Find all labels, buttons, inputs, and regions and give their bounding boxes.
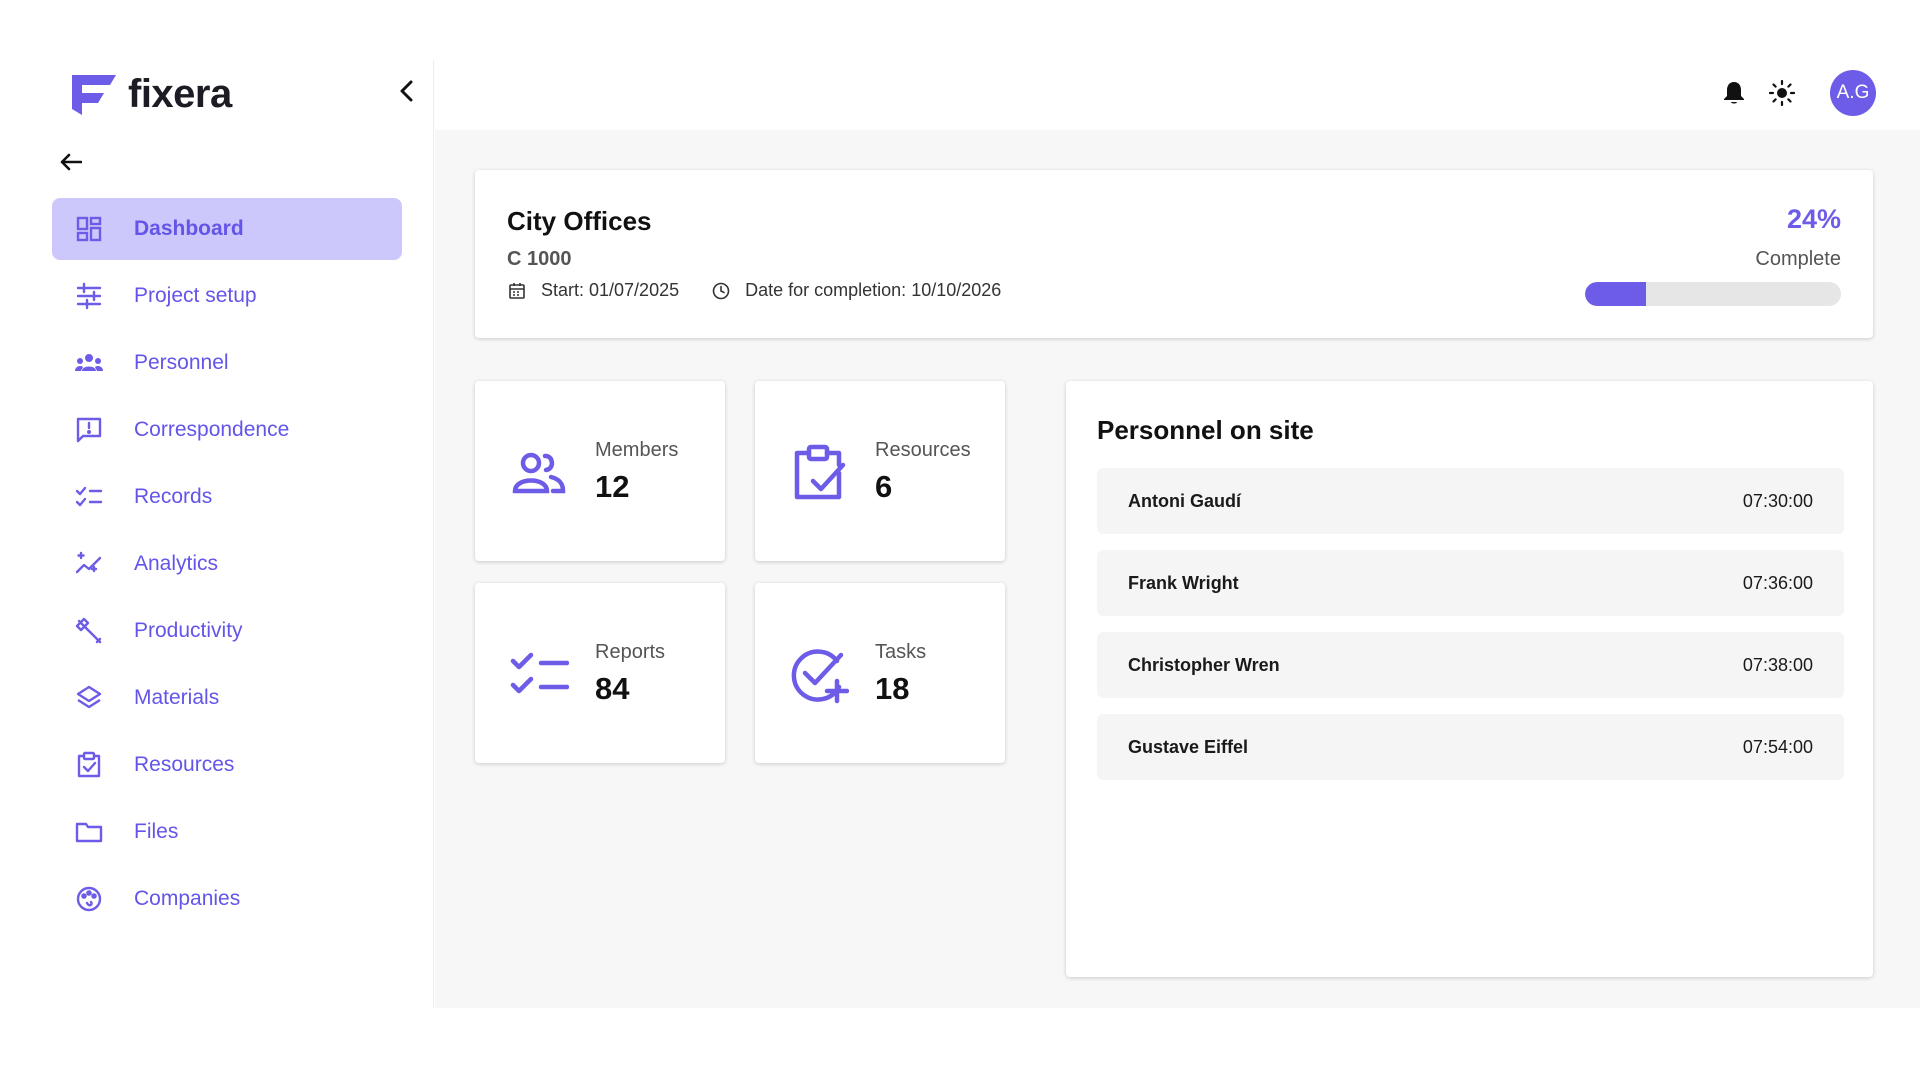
- brand-name: fixera: [128, 72, 232, 116]
- personnel-row[interactable]: Gustave Eiffel 07:54:00: [1097, 714, 1844, 780]
- stat-value: 84: [595, 671, 630, 706]
- stat-card-reports[interactable]: Reports 84: [475, 583, 725, 763]
- brand-logo[interactable]: fixera: [70, 72, 232, 117]
- clock-icon: [711, 281, 731, 301]
- sidebar-item-records[interactable]: Records: [52, 466, 402, 528]
- stat-label: Tasks: [875, 641, 927, 663]
- personnel-time: 07:30:00: [1742, 490, 1813, 511]
- clipboard-check-icon: [789, 443, 849, 503]
- chevron-left-icon: [400, 80, 413, 102]
- personnel-time: 07:36:00: [1742, 572, 1813, 593]
- stat-value: 12: [595, 469, 630, 504]
- project-summary-card: City Offices C 1000 Start: 01/07/2025 Da…: [475, 170, 1873, 338]
- personnel-row[interactable]: Antoni Gaudí 07:30:00: [1097, 468, 1844, 534]
- personnel-name: Gustave Eiffel: [1128, 736, 1249, 757]
- stat-card-tasks[interactable]: Tasks 18: [755, 583, 1005, 763]
- progress-percent: 24%: [1786, 204, 1841, 234]
- sidebar-item-correspondence[interactable]: Correspondence: [52, 399, 402, 461]
- sidebar-item-materials[interactable]: Materials: [52, 667, 402, 729]
- checklist-icon: [74, 482, 104, 512]
- sidebar-item-label: Files: [134, 820, 179, 843]
- stat-label: Members: [595, 439, 679, 461]
- sidebar-nav: Dashboard Project setup Personnel Corres…: [52, 198, 402, 935]
- sidebar-item-label: Materials: [134, 686, 220, 709]
- collapse-sidebar-button[interactable]: [392, 77, 420, 105]
- back-button[interactable]: [56, 150, 86, 174]
- calendar-icon: [507, 281, 527, 301]
- sidebar-item-label: Project setup: [134, 284, 257, 307]
- personnel-name: Christopher Wren: [1128, 654, 1280, 675]
- sidebar-item-resources[interactable]: Resources: [52, 734, 402, 796]
- progress-label: Complete: [1755, 248, 1841, 270]
- stat-card-resources[interactable]: Resources 6: [755, 381, 1005, 561]
- people-icon: [509, 443, 569, 503]
- theme-toggle[interactable]: [1768, 79, 1796, 107]
- chat-icon: [74, 415, 104, 445]
- personnel-row[interactable]: Frank Wright 07:36:00: [1097, 550, 1844, 616]
- sun-icon: [1769, 80, 1795, 106]
- sidebar-item-label: Companies: [134, 887, 241, 910]
- progress-bar: [1585, 282, 1841, 306]
- project-start-date: Start: 01/07/2025: [541, 280, 680, 300]
- sidebar-item-files[interactable]: Files: [52, 801, 402, 863]
- analytics-icon: [74, 549, 104, 579]
- project-code: C 1000: [507, 248, 572, 270]
- stat-card-members[interactable]: Members 12: [475, 381, 725, 561]
- personnel-on-site-card: Personnel on site Antoni Gaudí 07:30:00 …: [1066, 381, 1873, 977]
- checklist-icon: [509, 645, 569, 705]
- dashboard-icon: [74, 214, 104, 244]
- header-actions: A.G: [1720, 70, 1876, 116]
- notifications-button[interactable]: [1720, 79, 1748, 107]
- sidebar-item-label: Resources: [134, 753, 235, 776]
- stat-label: Reports: [595, 641, 666, 663]
- sliders-icon: [74, 281, 104, 311]
- app-window: fixera Dashboard Project setup Personnel…: [0, 0, 1920, 1080]
- sidebar-item-project-setup[interactable]: Project setup: [52, 265, 402, 327]
- folder-icon: [74, 817, 104, 847]
- stat-value: 18: [875, 671, 910, 706]
- stat-label: Resources: [875, 439, 971, 461]
- personnel-row[interactable]: Christopher Wren 07:38:00: [1097, 632, 1844, 698]
- sidebar-item-label: Productivity: [134, 619, 243, 642]
- tools-icon: [74, 616, 104, 646]
- sidebar-item-personnel[interactable]: Personnel: [52, 332, 402, 394]
- sidebar-item-analytics[interactable]: Analytics: [52, 533, 402, 595]
- project-title: City Offices: [507, 206, 652, 236]
- check-circle-add-icon: [789, 645, 849, 705]
- sidebar: fixera Dashboard Project setup Personnel…: [0, 60, 434, 1008]
- fixera-logo-icon: [70, 73, 118, 117]
- sidebar-item-productivity[interactable]: Productivity: [52, 600, 402, 662]
- sidebar-item-dashboard[interactable]: Dashboard: [52, 198, 402, 260]
- sidebar-item-label: Analytics: [134, 552, 219, 575]
- personnel-name: Antoni Gaudí: [1128, 490, 1241, 511]
- stat-value: 6: [875, 469, 893, 504]
- palette-icon: [74, 884, 104, 914]
- sidebar-item-label: Personnel: [134, 351, 229, 374]
- project-completion-date: Date for completion: 10/10/2026: [745, 280, 1002, 300]
- main-content: City Offices C 1000 Start: 01/07/2025 Da…: [435, 130, 1920, 1008]
- personnel-title: Personnel on site: [1097, 415, 1314, 445]
- bell-icon: [1724, 82, 1744, 104]
- group-icon: [74, 348, 104, 378]
- user-avatar[interactable]: A.G: [1830, 70, 1876, 116]
- layers-icon: [74, 683, 104, 713]
- sidebar-item-label: Correspondence: [134, 418, 290, 441]
- personnel-time: 07:38:00: [1742, 654, 1813, 675]
- clipboard-check-icon: [74, 750, 104, 780]
- sidebar-item-label: Dashboard: [134, 217, 244, 240]
- project-dates: Start: 01/07/2025 Date for completion: 1…: [507, 280, 1001, 301]
- progress-bar-fill: [1585, 282, 1647, 306]
- personnel-name: Frank Wright: [1128, 572, 1239, 593]
- sidebar-item-companies[interactable]: Companies: [52, 868, 402, 930]
- arrow-left-icon: [60, 153, 82, 171]
- sidebar-item-label: Records: [134, 485, 213, 508]
- personnel-time: 07:54:00: [1742, 736, 1813, 757]
- personnel-list: Antoni Gaudí 07:30:00 Frank Wright 07:36…: [1097, 468, 1844, 796]
